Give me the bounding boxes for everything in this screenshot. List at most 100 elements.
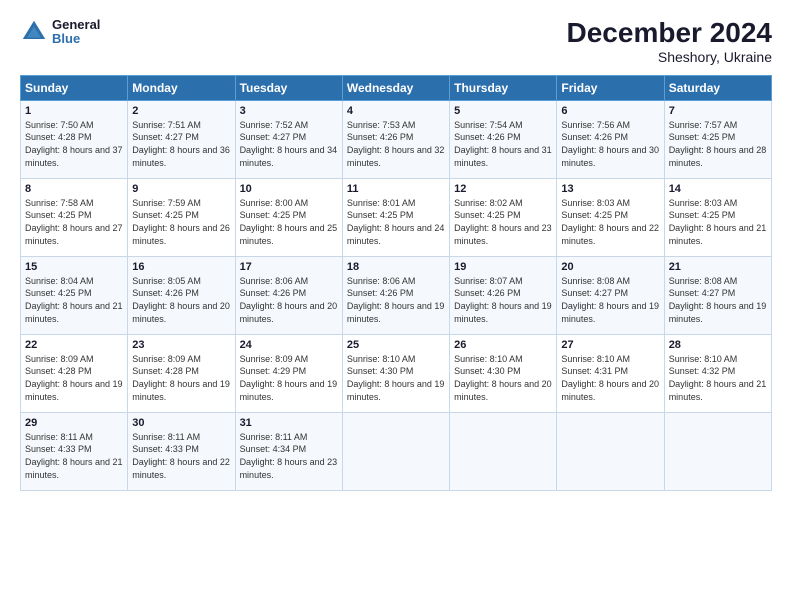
cell-info: Sunrise: 7:57 AMSunset: 4:25 PMDaylight:… [669,120,767,168]
cell-info: Sunrise: 8:01 AMSunset: 4:25 PMDaylight:… [347,198,445,246]
cell-info: Sunrise: 8:08 AMSunset: 4:27 PMDaylight:… [669,276,767,324]
day-number: 9 [132,183,230,195]
generalblue-icon [20,18,48,46]
calendar-title: December 2024 [567,18,772,49]
cell-info: Sunrise: 8:11 AMSunset: 4:33 PMDaylight:… [132,432,230,480]
day-cell [450,412,557,490]
calendar-subtitle: Sheshory, Ukraine [567,49,772,65]
day-number: 5 [454,105,552,117]
day-number: 6 [561,105,659,117]
cell-info: Sunrise: 7:52 AMSunset: 4:27 PMDaylight:… [240,120,338,168]
day-number: 4 [347,105,445,117]
cell-info: Sunrise: 8:10 AMSunset: 4:30 PMDaylight:… [347,354,445,402]
day-number: 19 [454,261,552,273]
day-cell: 29 Sunrise: 8:11 AMSunset: 4:33 PMDayligh… [21,412,128,490]
cell-info: Sunrise: 8:08 AMSunset: 4:27 PMDaylight:… [561,276,659,324]
day-cell: 6 Sunrise: 7:56 AMSunset: 4:26 PMDaylight… [557,100,664,178]
day-cell: 25 Sunrise: 8:10 AMSunset: 4:30 PMDayligh… [342,334,449,412]
day-number: 24 [240,339,338,351]
day-cell: 21 Sunrise: 8:08 AMSunset: 4:27 PMDayligh… [664,256,771,334]
day-number: 8 [25,183,123,195]
cell-info: Sunrise: 8:09 AMSunset: 4:28 PMDaylight:… [25,354,123,402]
cell-info: Sunrise: 8:09 AMSunset: 4:29 PMDaylight:… [240,354,338,402]
cell-info: Sunrise: 8:07 AMSunset: 4:26 PMDaylight:… [454,276,552,324]
col-header-monday: Monday [128,75,235,100]
col-header-thursday: Thursday [450,75,557,100]
week-row-5: 29 Sunrise: 8:11 AMSunset: 4:33 PMDayligh… [21,412,772,490]
page: General Blue December 2024 Sheshory, Ukr… [0,0,792,612]
cell-info: Sunrise: 7:54 AMSunset: 4:26 PMDaylight:… [454,120,552,168]
cell-info: Sunrise: 8:03 AMSunset: 4:25 PMDaylight:… [669,198,767,246]
day-cell: 11 Sunrise: 8:01 AMSunset: 4:25 PMDayligh… [342,178,449,256]
cell-info: Sunrise: 8:11 AMSunset: 4:33 PMDaylight:… [25,432,123,480]
header-row: SundayMondayTuesdayWednesdayThursdayFrid… [21,75,772,100]
day-cell: 7 Sunrise: 7:57 AMSunset: 4:25 PMDaylight… [664,100,771,178]
day-number: 22 [25,339,123,351]
day-cell: 26 Sunrise: 8:10 AMSunset: 4:30 PMDayligh… [450,334,557,412]
day-cell: 20 Sunrise: 8:08 AMSunset: 4:27 PMDayligh… [557,256,664,334]
day-cell: 5 Sunrise: 7:54 AMSunset: 4:26 PMDaylight… [450,100,557,178]
calendar-table: SundayMondayTuesdayWednesdayThursdayFrid… [20,75,772,491]
day-cell: 28Sunrise: 8:10 AMSunset: 4:32 PMDayligh… [664,334,771,412]
day-number: 23 [132,339,230,351]
cell-info: Sunrise: 8:00 AMSunset: 4:25 PMDaylight:… [240,198,338,246]
day-cell: 19 Sunrise: 8:07 AMSunset: 4:26 PMDayligh… [450,256,557,334]
day-number: 21 [669,261,767,273]
day-number: 15 [25,261,123,273]
day-number: 20 [561,261,659,273]
header: General Blue December 2024 Sheshory, Ukr… [20,18,772,65]
day-number: 31 [240,417,338,429]
day-number: 30 [132,417,230,429]
day-number: 3 [240,105,338,117]
col-header-tuesday: Tuesday [235,75,342,100]
day-number: 26 [454,339,552,351]
day-cell: 10Sunrise: 8:00 AMSunset: 4:25 PMDayligh… [235,178,342,256]
cell-info: Sunrise: 7:50 AMSunset: 4:28 PMDaylight:… [25,120,123,168]
day-number: 7 [669,105,767,117]
day-number: 25 [347,339,445,351]
day-cell: 8 Sunrise: 7:58 AMSunset: 4:25 PMDaylight… [21,178,128,256]
day-number: 18 [347,261,445,273]
day-number: 14 [669,183,767,195]
cell-info: Sunrise: 8:10 AMSunset: 4:31 PMDaylight:… [561,354,659,402]
cell-info: Sunrise: 7:58 AMSunset: 4:25 PMDaylight:… [25,198,123,246]
day-cell: 24 Sunrise: 8:09 AMSunset: 4:29 PMDayligh… [235,334,342,412]
day-cell: 1 Sunrise: 7:50 AMSunset: 4:28 PMDaylight… [21,100,128,178]
cell-info: Sunrise: 8:11 AMSunset: 4:34 PMDaylight:… [240,432,338,480]
day-cell: 18Sunrise: 8:06 AMSunset: 4:26 PMDayligh… [342,256,449,334]
day-number: 11 [347,183,445,195]
cell-info: Sunrise: 8:05 AMSunset: 4:26 PMDaylight:… [132,276,230,324]
day-number: 13 [561,183,659,195]
cell-info: Sunrise: 7:51 AMSunset: 4:27 PMDaylight:… [132,120,230,168]
day-number: 29 [25,417,123,429]
day-cell [664,412,771,490]
day-number: 1 [25,105,123,117]
cell-info: Sunrise: 8:02 AMSunset: 4:25 PMDaylight:… [454,198,552,246]
col-header-friday: Friday [557,75,664,100]
day-cell: 3 Sunrise: 7:52 AMSunset: 4:27 PMDaylight… [235,100,342,178]
cell-info: Sunrise: 8:04 AMSunset: 4:25 PMDaylight:… [25,276,123,324]
day-cell: 15 Sunrise: 8:04 AMSunset: 4:25 PMDayligh… [21,256,128,334]
cell-info: Sunrise: 8:06 AMSunset: 4:26 PMDaylight:… [240,276,338,324]
logo-text: General Blue [52,18,100,47]
day-cell: 12Sunrise: 8:02 AMSunset: 4:25 PMDayligh… [450,178,557,256]
day-number: 16 [132,261,230,273]
col-header-sunday: Sunday [21,75,128,100]
day-cell: 22 Sunrise: 8:09 AMSunset: 4:28 PMDayligh… [21,334,128,412]
title-block: December 2024 Sheshory, Ukraine [567,18,772,65]
cell-info: Sunrise: 7:56 AMSunset: 4:26 PMDaylight:… [561,120,659,168]
day-cell: 30 Sunrise: 8:11 AMSunset: 4:33 PMDayligh… [128,412,235,490]
cell-info: Sunrise: 7:59 AMSunset: 4:25 PMDaylight:… [132,198,230,246]
day-cell [342,412,449,490]
logo-line2: Blue [52,32,100,46]
week-row-4: 22 Sunrise: 8:09 AMSunset: 4:28 PMDayligh… [21,334,772,412]
day-cell: 4Sunrise: 7:53 AMSunset: 4:26 PMDaylight… [342,100,449,178]
day-number: 28 [669,339,767,351]
day-cell: 9 Sunrise: 7:59 AMSunset: 4:25 PMDaylight… [128,178,235,256]
day-cell: 27Sunrise: 8:10 AMSunset: 4:31 PMDayligh… [557,334,664,412]
cell-info: Sunrise: 8:03 AMSunset: 4:25 PMDaylight:… [561,198,659,246]
week-row-2: 8 Sunrise: 7:58 AMSunset: 4:25 PMDaylight… [21,178,772,256]
cell-info: Sunrise: 8:10 AMSunset: 4:30 PMDaylight:… [454,354,552,402]
day-cell: 14 Sunrise: 8:03 AMSunset: 4:25 PMDayligh… [664,178,771,256]
week-row-3: 15 Sunrise: 8:04 AMSunset: 4:25 PMDayligh… [21,256,772,334]
